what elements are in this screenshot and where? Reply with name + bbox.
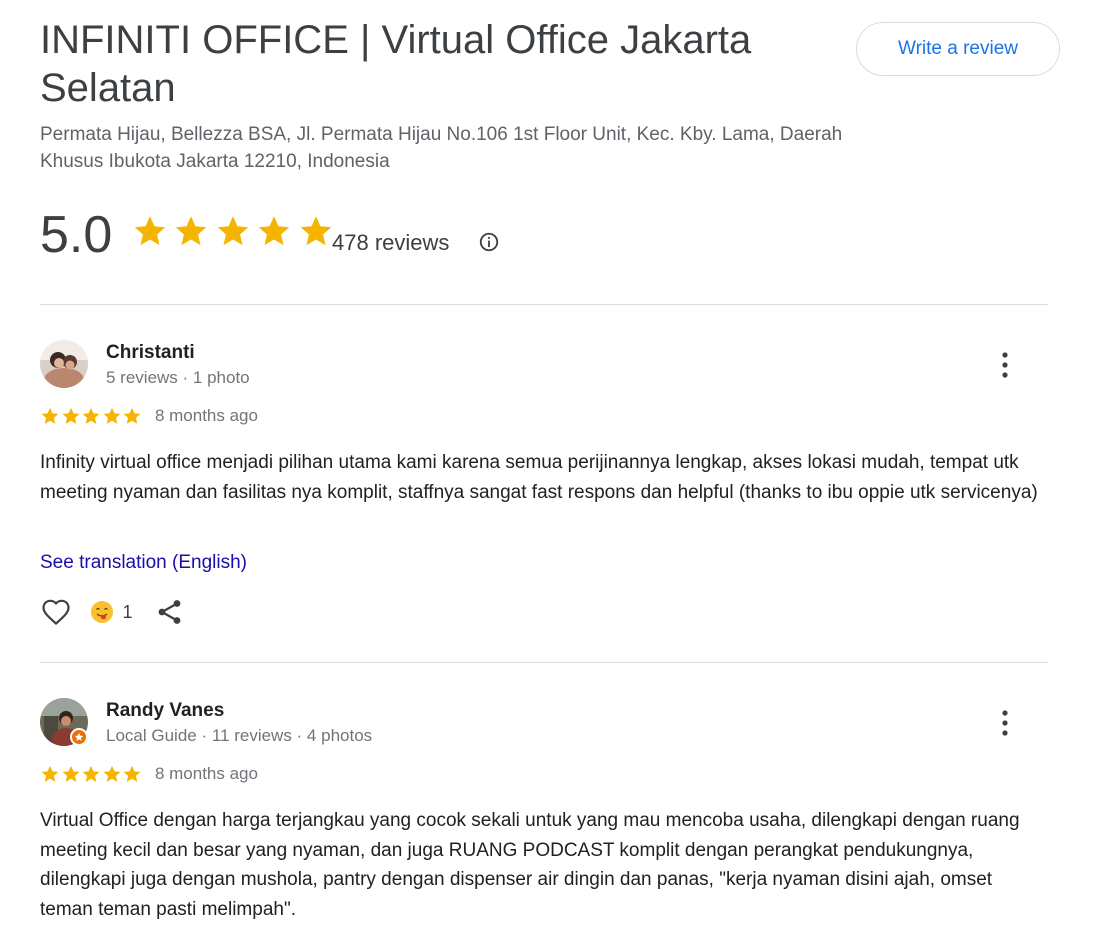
review-stars — [40, 764, 143, 784]
divider — [40, 304, 1048, 305]
info-circle-icon[interactable] — [478, 231, 500, 253]
star-icon — [217, 216, 249, 246]
star-icon — [123, 765, 141, 782]
review-date: 8 months ago — [154, 764, 258, 783]
review-count: 478 reviews — [332, 230, 450, 255]
review-text: Virtual Office dengan harga terjangkau y… — [40, 810, 1020, 920]
star-icon — [62, 407, 79, 424]
star-icon — [82, 407, 100, 424]
star-icon — [176, 216, 207, 246]
star-icon — [62, 765, 79, 782]
review-actions: 1 — [40, 596, 240, 628]
review-rating-row: 8 months ago — [40, 764, 258, 788]
write-review-button[interactable]: Write a review — [856, 22, 1060, 76]
more-options-button[interactable] — [990, 350, 1020, 380]
divider — [40, 662, 1048, 663]
overall-rating: 5.0 478 reviews — [40, 205, 740, 265]
star-icon — [300, 216, 332, 246]
review-date: 8 months ago — [154, 406, 258, 425]
review-text: Infinity virtual office menjadi pilihan … — [40, 452, 1038, 503]
reviewer-meta: Local Guide · 11 reviews · 4 photos — [106, 726, 373, 745]
place-header: INFINITI OFFICE | Virtual Office Jakarta… — [40, 0, 1060, 200]
place-reviews-panel: INFINITI OFFICE | Virtual Office Jakarta… — [40, 0, 1060, 920]
place-address: Permata Hijau, Bellezza BSA, Jl. Permata… — [40, 124, 843, 172]
avatar[interactable] — [40, 340, 88, 388]
reviewer-name[interactable]: Randy Vanes — [106, 700, 224, 722]
star-icon — [82, 765, 100, 782]
see-translation-link[interactable]: See translation (English) — [40, 552, 247, 574]
reaction-count: 1 — [122, 601, 133, 622]
more-options-button[interactable] — [990, 708, 1020, 738]
star-icon — [41, 407, 59, 424]
heart-outline-icon[interactable] — [40, 596, 72, 628]
star-icon — [103, 407, 120, 424]
face-tongue-emoji-icon — [91, 601, 113, 623]
share-icon[interactable] — [156, 598, 184, 626]
rating-stars — [132, 213, 335, 257]
reaction-button[interactable]: 1 — [90, 600, 132, 624]
star-icon — [134, 216, 166, 246]
star-icon — [123, 407, 141, 424]
star-icon — [74, 732, 84, 741]
star-icon — [41, 765, 59, 782]
more-vertical-icon — [1002, 710, 1008, 736]
review-rating-row: 8 months ago — [40, 406, 258, 430]
rating-value: 5.0 — [40, 206, 113, 264]
local-guide-badge — [70, 728, 88, 746]
star-icon — [259, 216, 290, 246]
star-icon — [103, 765, 120, 782]
reviewer-meta: 5 reviews · 1 photo — [106, 368, 250, 387]
more-vertical-icon — [1002, 352, 1008, 378]
review-stars — [40, 406, 143, 426]
reviewer-name[interactable]: Christanti — [106, 342, 195, 364]
place-title: INFINITI OFFICE | Virtual Office Jakarta… — [40, 18, 752, 110]
